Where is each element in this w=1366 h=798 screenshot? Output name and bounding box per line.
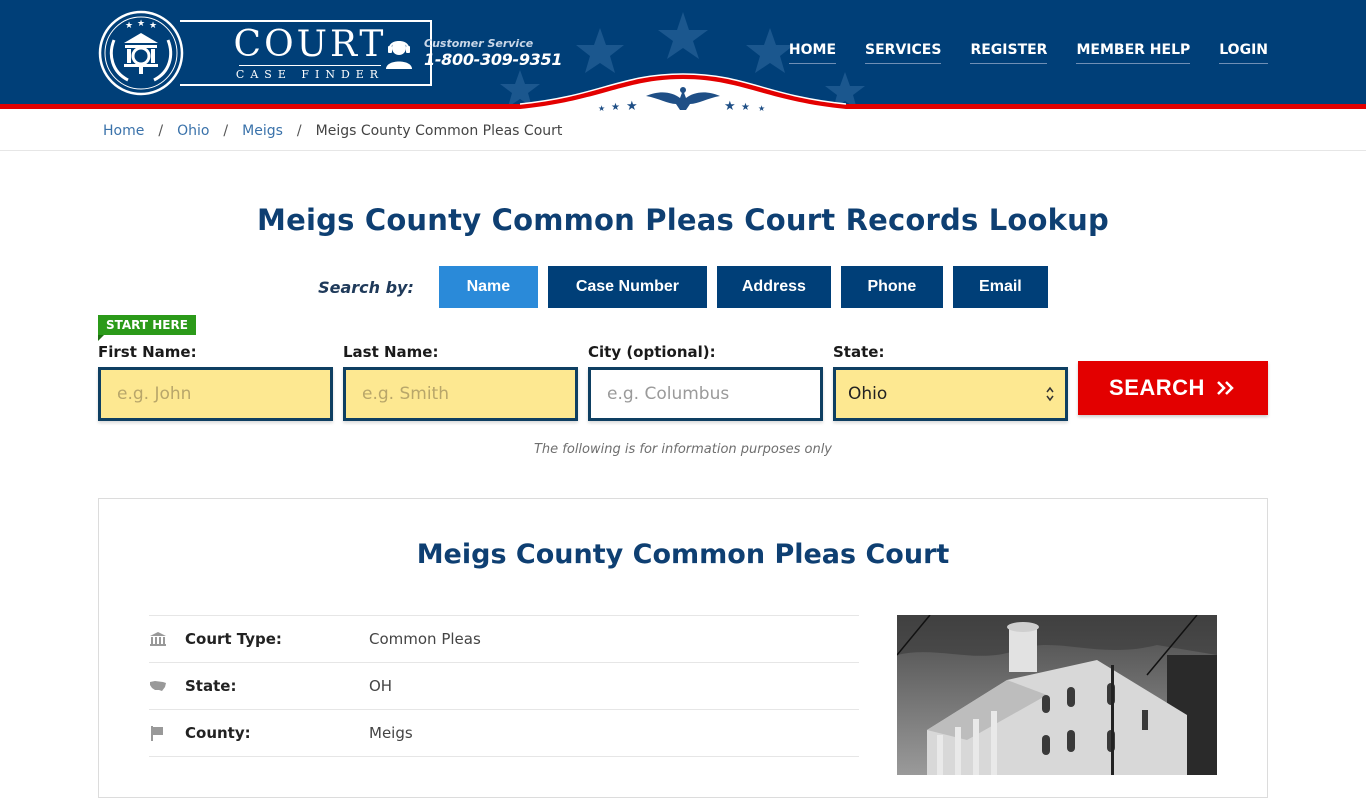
- svg-text:★: ★: [137, 19, 145, 29]
- city-group: City (optional): e.g. Columbus: [588, 343, 823, 421]
- detail-value: OH: [369, 677, 393, 695]
- courthouse-photo: [897, 615, 1217, 775]
- svg-text:★: ★: [626, 99, 638, 112]
- headset-agent-icon: [386, 41, 412, 69]
- search-button[interactable]: SEARCH: [1078, 361, 1268, 415]
- search-form: START HERE First Name: e.g. John Last Na…: [98, 308, 1268, 468]
- detail-value: Common Pleas: [369, 630, 481, 648]
- tab-address[interactable]: Address: [716, 266, 831, 308]
- court-details-list: Court Type: Common Pleas State: OH Count…: [149, 615, 859, 757]
- detail-row-state: State: OH: [149, 663, 859, 710]
- banner-star: [746, 28, 794, 73]
- state-label: State:: [833, 343, 885, 361]
- breadcrumb-current: Meigs County Common Pleas Court: [315, 123, 563, 139]
- state-select[interactable]: Ohio: [833, 367, 1068, 421]
- tab-case-number[interactable]: Case Number: [547, 266, 707, 308]
- first-name-input[interactable]: e.g. John: [98, 367, 333, 421]
- last-name-input[interactable]: e.g. Smith: [343, 367, 578, 421]
- page-title: Meigs County Common Pleas Court Records …: [257, 203, 1109, 237]
- main-nav: HOME SERVICES REGISTER MEMBER HELP LOGIN: [788, 42, 1268, 64]
- svg-text:★: ★: [149, 21, 157, 31]
- double-chevron-right-icon: [1217, 381, 1234, 395]
- disclaimer-text: The following is for information purpose…: [533, 442, 833, 457]
- logo-divider: [239, 64, 381, 66]
- breadcrumb: Home / Ohio / Meigs / Meigs County Commo…: [0, 112, 1366, 151]
- svg-text:★: ★: [724, 99, 736, 112]
- first-name-group: First Name: e.g. John: [98, 343, 333, 421]
- detail-key: County:: [185, 724, 251, 742]
- detail-row-county: County: Meigs: [149, 710, 859, 757]
- breadcrumb-meigs[interactable]: Meigs: [242, 123, 283, 139]
- last-name-group: Last Name: e.g. Smith: [343, 343, 578, 421]
- courthouse-emblem-icon: ★ ★ ★: [98, 10, 184, 96]
- detail-row-court-type: Court Type: Common Pleas: [149, 616, 859, 663]
- state-group: State: Ohio: [833, 343, 1068, 421]
- svg-text:★: ★: [611, 102, 620, 112]
- banner-star: [576, 28, 624, 73]
- city-input[interactable]: e.g. Columbus: [588, 367, 823, 421]
- banner-star: [658, 12, 708, 59]
- breadcrumb-ohio[interactable]: Ohio: [177, 123, 209, 139]
- svg-text:★: ★: [758, 104, 765, 112]
- court-info-card: Meigs County Common Pleas Court Court Ty…: [98, 498, 1268, 798]
- site-header: ★ ★ ★ ★ ★ ★ ★ ★ ★ COURT CASE FINDER Cust…: [0, 0, 1366, 112]
- logo-title: COURT: [233, 23, 387, 65]
- customer-service-label: Customer Service: [424, 37, 534, 50]
- courthouse-photo-illustration: [897, 615, 1217, 775]
- nav-member-help[interactable]: MEMBER HELP: [1076, 42, 1191, 64]
- tab-email[interactable]: Email: [952, 266, 1048, 308]
- start-here-badge: START HERE: [98, 315, 196, 341]
- breadcrumb-separator: /: [158, 123, 164, 139]
- customer-service[interactable]: Customer Service 1-800-309-9351: [384, 37, 562, 69]
- search-by-label: Search by:: [318, 277, 414, 297]
- detail-key: State:: [185, 677, 237, 695]
- nav-services[interactable]: SERVICES: [865, 42, 942, 64]
- nav-login[interactable]: LOGIN: [1219, 42, 1268, 64]
- search-by-tabs: Search by: Name Case Number Address Phon…: [0, 266, 1366, 308]
- logo-subtitle: CASE FINDER: [235, 67, 385, 81]
- search-button-label: SEARCH: [1109, 375, 1205, 400]
- svg-text:★: ★: [125, 21, 133, 31]
- nav-register[interactable]: REGISTER: [970, 42, 1048, 64]
- detail-value: Meigs: [369, 724, 413, 742]
- nav-home[interactable]: HOME: [788, 42, 837, 64]
- banner-star: [500, 70, 540, 107]
- select-updown-icon: [1046, 386, 1054, 402]
- customer-service-phone[interactable]: 1-800-309-9351: [424, 50, 562, 69]
- tab-phone[interactable]: Phone: [840, 266, 943, 308]
- flag-icon: [149, 725, 185, 741]
- breadcrumb-separator: /: [223, 123, 229, 139]
- breadcrumb-separator: /: [296, 123, 302, 139]
- city-label: City (optional):: [588, 343, 716, 361]
- svg-text:★: ★: [598, 104, 605, 112]
- first-name-label: First Name:: [98, 343, 197, 361]
- breadcrumb-home[interactable]: Home: [103, 123, 144, 139]
- site-logo[interactable]: ★ ★ ★ COURT CASE FINDER: [98, 10, 432, 96]
- tab-name[interactable]: Name: [438, 266, 538, 308]
- state-select-value: Ohio: [848, 384, 888, 404]
- us-map-icon: [149, 679, 185, 693]
- svg-text:★: ★: [741, 102, 750, 112]
- court-name-heading: Meigs County Common Pleas Court: [416, 539, 950, 570]
- detail-key: Court Type:: [185, 630, 282, 648]
- courthouse-icon: [149, 631, 185, 647]
- last-name-label: Last Name:: [343, 343, 439, 361]
